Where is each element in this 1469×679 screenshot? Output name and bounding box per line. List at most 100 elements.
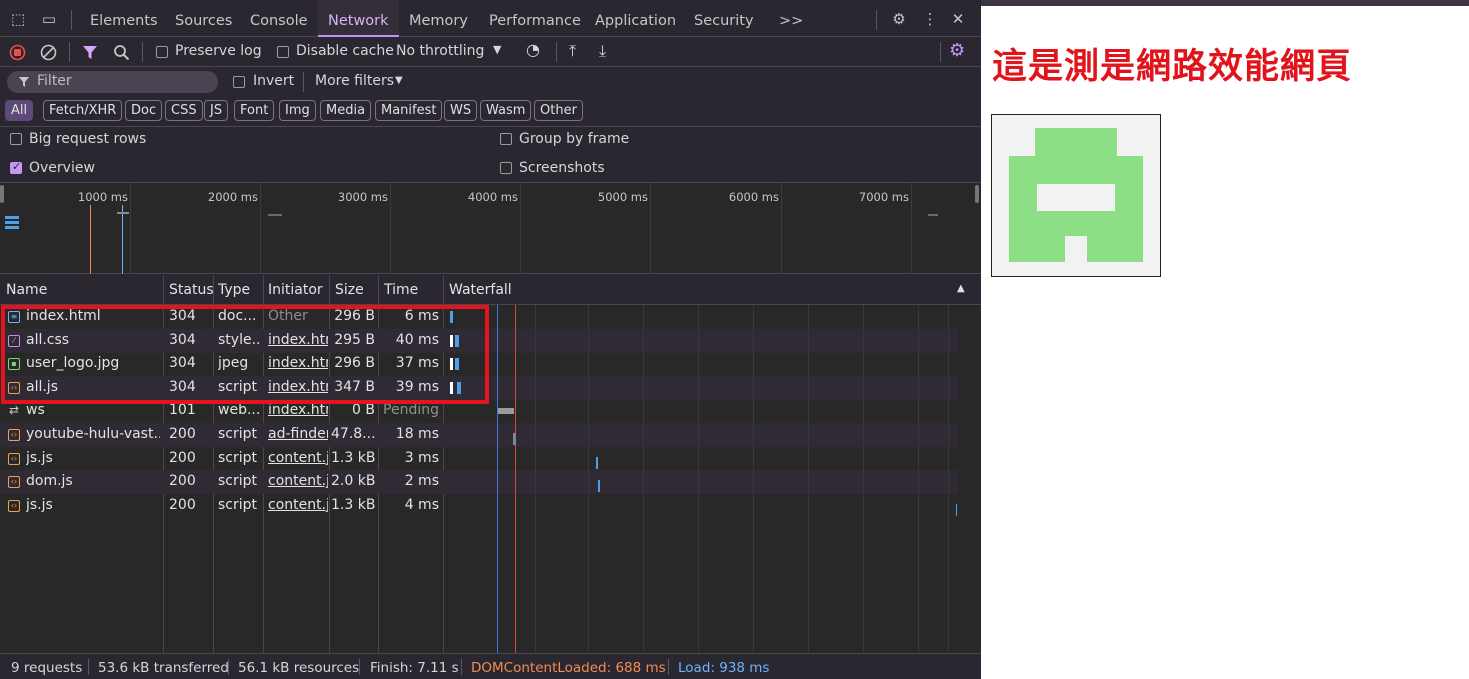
cell-size: 2.0 kB	[331, 473, 375, 490]
screenshots-checkbox[interactable]	[500, 162, 512, 174]
divider	[228, 659, 229, 675]
column-type[interactable]: Type	[218, 282, 250, 298]
big-request-rows-checkbox[interactable]	[10, 133, 22, 145]
overview-right-handle[interactable]	[975, 185, 979, 203]
clear-icon[interactable]	[40, 44, 57, 61]
chip-css[interactable]: CSS	[165, 100, 203, 121]
cell-size: 1.3 kB	[331, 496, 375, 513]
export-har-download-icon[interactable]: ⤓	[599, 41, 606, 61]
import-har-upload-icon[interactable]: ⤒	[569, 41, 576, 61]
more-tabs-button[interactable]: >>	[771, 0, 811, 37]
tab-application[interactable]: Application	[587, 0, 684, 37]
column-waterfall[interactable]: Waterfall	[449, 282, 512, 298]
request-row[interactable]: ‹› js.js 200 script content.js1.3 kB 4 ms	[0, 494, 958, 518]
tab-performance[interactable]: Performance	[481, 0, 589, 37]
waterfall-gridline	[643, 305, 644, 653]
column-time[interactable]: Time	[384, 282, 418, 298]
chip-fetch-xhr[interactable]: Fetch/XHR	[43, 100, 123, 121]
filter-input[interactable]: Filter	[7, 71, 218, 93]
overview-tick-label: 7000 ms	[858, 190, 909, 204]
overview-request-bar	[5, 226, 19, 229]
chip-img[interactable]: Img	[279, 100, 316, 121]
cell-name: js.js	[26, 496, 53, 513]
network-overview-timeline[interactable]: 1000 ms 2000 ms 3000 ms 4000 ms 5000 ms …	[0, 183, 981, 274]
overview-tick-label: 2000 ms	[207, 190, 258, 204]
chip-font[interactable]: Font	[234, 100, 275, 121]
waterfall-bar	[598, 480, 600, 493]
overview-request-bar	[5, 221, 19, 224]
record-stop-icon[interactable]	[9, 44, 26, 61]
request-row[interactable]: ‹› dom.js 200 script content.js2.0 kB 2 ms	[0, 470, 958, 495]
overview-request-bar	[928, 214, 938, 216]
column-status[interactable]: Status	[169, 282, 214, 298]
close-icon[interactable]: ✕	[949, 10, 967, 28]
filter-funnel-icon[interactable]	[82, 45, 98, 60]
settings-gear-icon[interactable]: ⚙	[890, 10, 908, 28]
cell-initiator[interactable]: ad-finder.	[268, 426, 328, 442]
chip-wasm[interactable]: Wasm	[480, 100, 532, 121]
invert-checkbox[interactable]	[233, 76, 245, 88]
overview-tick-label: 3000 ms	[337, 190, 388, 204]
cell-initiator[interactable]: content.js	[268, 497, 328, 513]
network-settings-gear-icon[interactable]: ⚙	[949, 40, 965, 61]
divider	[556, 42, 557, 62]
group-by-frame-checkbox[interactable]	[500, 133, 512, 145]
cell-type: script	[218, 496, 258, 513]
chevron-down-icon[interactable]: ▼	[395, 75, 403, 86]
divider	[142, 42, 143, 62]
tab-network[interactable]: Network	[318, 0, 399, 37]
overview-request-bar	[5, 216, 19, 219]
column-initiator[interactable]: Initiator	[268, 282, 323, 298]
gridline	[650, 183, 651, 274]
search-icon[interactable]	[113, 44, 130, 61]
device-toolbar-icon[interactable]: ▭	[40, 10, 58, 28]
page-heading: 這是測是網路效能網頁	[992, 47, 1353, 87]
column-size[interactable]: Size	[335, 282, 364, 298]
tab-sources[interactable]: Sources	[167, 0, 240, 37]
waterfall-bar	[596, 456, 598, 469]
cell-initiator[interactable]: content.js	[268, 473, 328, 489]
cell-initiator[interactable]: content.js	[268, 450, 328, 466]
throttling-select[interactable]: No throttling	[396, 43, 484, 59]
request-row[interactable]: ‹› js.js 200 script content.js1.3 kB 3 ms	[0, 447, 958, 471]
tab-console[interactable]: Console	[242, 0, 316, 37]
preserve-log-checkbox[interactable]	[156, 46, 168, 58]
divider	[461, 659, 462, 675]
inspect-element-icon[interactable]: ⬚	[9, 10, 27, 28]
column-name[interactable]: Name	[6, 282, 47, 298]
cell-status: 200	[169, 473, 196, 490]
network-conditions-wifi-icon[interactable]: ◔	[526, 40, 540, 59]
more-options-icon[interactable]: ⋮	[921, 10, 939, 28]
overview-left-handle[interactable]	[0, 185, 4, 203]
chevron-down-icon[interactable]: ▼	[493, 43, 501, 56]
big-request-rows-label: Big request rows	[29, 131, 147, 147]
chip-doc[interactable]: Doc	[125, 100, 163, 121]
tab-security[interactable]: Security	[686, 0, 762, 37]
waterfall-gridline	[918, 305, 919, 653]
waterfall-gridline	[808, 305, 809, 653]
invert-label: Invert	[253, 73, 295, 89]
gridline	[781, 183, 782, 274]
chip-other[interactable]: Other	[534, 100, 583, 121]
cell-initiator[interactable]: index.htm	[268, 402, 328, 418]
tab-elements[interactable]: Elements	[82, 0, 166, 37]
cell-status: 200	[169, 426, 196, 442]
highlight-box	[1, 305, 489, 404]
disable-cache-checkbox[interactable]	[277, 46, 289, 58]
chip-manifest[interactable]: Manifest	[375, 100, 443, 121]
chip-media[interactable]: Media	[320, 100, 372, 121]
overview-tick-label: 4000 ms	[467, 190, 518, 204]
more-filters-dropdown[interactable]: More filters	[315, 73, 394, 89]
script-file-icon: ‹›	[8, 499, 20, 512]
cell-time: 2 ms	[404, 473, 439, 490]
request-row[interactable]: ‹› youtube-hulu-vast... 200 script ad-finder…	[0, 423, 958, 447]
chip-ws[interactable]: WS	[444, 100, 478, 121]
sort-ascending-icon[interactable]: ▲	[957, 283, 965, 294]
tab-memory[interactable]: Memory	[401, 0, 476, 37]
chip-js[interactable]: JS	[204, 100, 229, 121]
domcontentloaded-time: DOMContentLoaded: 688 ms	[471, 660, 666, 676]
devtools-panel: ⬚ ▭ Elements Sources Console Network Mem…	[0, 0, 981, 679]
waterfall-bar	[498, 408, 514, 415]
chip-all[interactable]: All	[5, 100, 34, 121]
overview-checkbox[interactable]	[10, 160, 22, 174]
